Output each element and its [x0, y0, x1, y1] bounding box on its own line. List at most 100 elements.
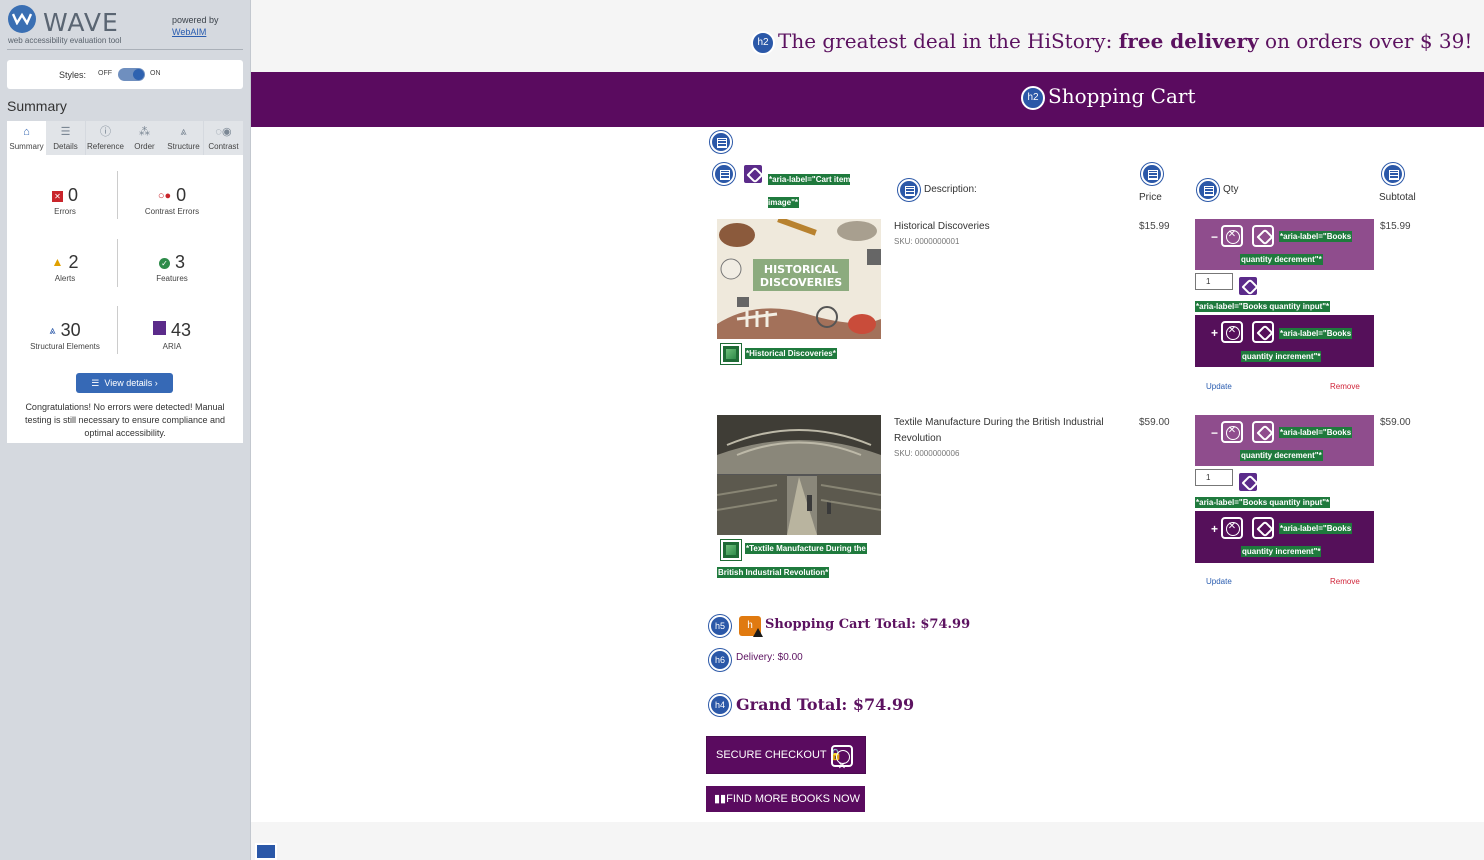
alerts-label: Alerts	[54, 274, 76, 283]
structural-stat[interactable]: ⩓ 30 Structural Elements	[10, 320, 120, 351]
features-stat[interactable]: ✓ 3 Features	[117, 252, 227, 283]
powered-by: powered by WebAIM	[172, 14, 219, 38]
book-icon: ▮▮	[714, 793, 727, 805]
home-icon: ⌂	[23, 126, 30, 138]
webaim-link[interactable]: WebAIM	[172, 27, 206, 37]
delivery-total: Delivery: $0.00	[736, 652, 803, 663]
h5-icon[interactable]: h5	[709, 615, 731, 637]
h4-icon[interactable]: h4	[709, 694, 731, 716]
styles-on-label: ON	[150, 70, 161, 77]
feature-icon: ✓	[158, 258, 170, 269]
congrats-message: Congratulations! No errors were detected…	[24, 402, 226, 438]
h2-icon[interactable]: h2	[1021, 85, 1045, 110]
region-icon[interactable]	[255, 843, 277, 860]
errors-label: Errors	[54, 207, 76, 216]
structure-icon: ⩓	[49, 325, 56, 337]
col-subtotal: Subtotal	[1379, 192, 1416, 203]
wave-logo-icon	[8, 5, 36, 33]
no-text-icon[interactable]	[1221, 517, 1243, 539]
aria-label-icon[interactable]	[1252, 517, 1274, 539]
tab-structure[interactable]: ⩓ Structure	[164, 121, 203, 155]
table-header-icon[interactable]	[713, 163, 735, 185]
plus-label: +	[1211, 522, 1219, 536]
view-details-label: View details ›	[104, 378, 158, 388]
find-more-books-button[interactable]: ▮▮FIND MORE BOOKS NOW	[706, 786, 865, 812]
list-icon: ☰	[91, 378, 100, 388]
skipped-heading-alert-icon[interactable]: h	[739, 616, 763, 637]
info-icon: ⓘ	[100, 126, 111, 138]
promo-strip: h2 The greatest deal in the HiStory: free…	[251, 0, 1484, 72]
aria-label-icon[interactable]	[1252, 321, 1274, 343]
quantity-input-aria-label: *aria-label="Books quantity input"*	[1195, 301, 1331, 312]
tab-summary[interactable]: ⌂ Summary	[7, 121, 46, 155]
find-more-label: FIND MORE BOOKS NOW	[726, 793, 860, 805]
decrement-button[interactable]: − *aria-label="Books quantity decrement"…	[1195, 219, 1374, 270]
alerts-count: 2	[68, 252, 79, 272]
wave-tabs: ⌂ Summary ☰ Details ⓘ Reference ⁂ Order …	[7, 121, 243, 155]
page-content: h2 The greatest deal in the HiStory: free…	[251, 0, 1484, 860]
aria-count: 43	[170, 320, 192, 340]
page-title: h2 Shopping Cart	[1021, 84, 1196, 110]
svg-text:HISTORICAL: HISTORICAL	[764, 263, 838, 276]
no-text-icon[interactable]	[1221, 321, 1243, 343]
secure-checkout-button[interactable]: SECURE CHECKOUT 🔒	[706, 736, 866, 785]
toggle-knob	[133, 69, 144, 80]
aria-label-part2: quantity increment"*	[1241, 546, 1322, 557]
styles-toggle[interactable]	[118, 68, 145, 81]
alerts-stat[interactable]: ▲ 2 Alerts	[10, 252, 120, 283]
cart-item-image-aria-label: *aria-label="Cart item image"*	[767, 168, 859, 208]
image-alt-label-part2: British Industrial Revolution*	[717, 567, 830, 578]
increment-button[interactable]: + *aria-label="Books quantity increment"…	[1195, 315, 1374, 367]
tab-contrast[interactable]: ◌◉ Contrast	[204, 121, 243, 155]
no-text-icon[interactable]	[1221, 225, 1243, 247]
image-alt-icon[interactable]	[721, 344, 741, 364]
update-link[interactable]: Update	[1206, 577, 1232, 586]
table-header-icon[interactable]	[1382, 163, 1404, 185]
quantity-input[interactable]: 1	[1195, 469, 1233, 486]
aria-label-part1: *aria-label="Books	[1279, 328, 1353, 339]
remove-link[interactable]: Remove	[1330, 577, 1360, 586]
update-link[interactable]: Update	[1206, 382, 1232, 391]
wave-sidebar: WAVE web accessibility evaluation tool p…	[0, 0, 251, 860]
item-title: Textile Manufacture During the British I…	[894, 417, 1104, 444]
minus-label: −	[1211, 230, 1219, 244]
tab-label: Details	[53, 142, 78, 151]
aria-label-icon[interactable]	[1237, 471, 1259, 493]
errors-stat[interactable]: ✕ 0 Errors	[10, 185, 120, 216]
col-price: Price	[1139, 192, 1162, 203]
no-text-icon[interactable]	[831, 745, 853, 785]
table-header-icon[interactable]	[898, 179, 920, 201]
item-sku: SKU: 0000000001	[894, 237, 960, 246]
h2-icon[interactable]: h2	[751, 30, 775, 55]
col-qty: Qty	[1223, 184, 1239, 195]
table-header-icon[interactable]	[1141, 163, 1163, 185]
aria-label-icon[interactable]	[1252, 225, 1274, 247]
contrast-errors-stat[interactable]: ○● 0 Contrast Errors	[117, 185, 227, 216]
remove-link[interactable]: Remove	[1330, 382, 1360, 391]
h6-icon[interactable]: h6	[709, 649, 731, 671]
increment-button[interactable]: + *aria-label="Books quantity increment"…	[1195, 511, 1374, 563]
wave-tagline: web accessibility evaluation tool	[8, 36, 122, 45]
image-alt-icon[interactable]	[721, 540, 741, 560]
no-text-icon[interactable]	[1221, 421, 1243, 443]
structural-label: Structural Elements	[30, 342, 100, 351]
aria-stat[interactable]: 43 ARIA	[117, 320, 227, 351]
aria-label-icon[interactable]	[742, 163, 764, 185]
order-icon: ⁂	[139, 126, 150, 138]
table-icon[interactable]	[710, 131, 732, 153]
table-header-icon[interactable]	[1197, 179, 1219, 201]
quantity-input[interactable]: 1	[1195, 273, 1233, 290]
wave-logo: WAVE web accessibility evaluation tool p…	[7, 4, 243, 50]
decrement-button[interactable]: − *aria-label="Books quantity decrement"…	[1195, 415, 1374, 466]
contrast-errors-count: 0	[176, 185, 187, 205]
tab-reference[interactable]: ⓘ Reference	[86, 121, 125, 155]
tab-label: Contrast	[208, 142, 239, 151]
aria-label-part2: quantity decrement"*	[1240, 254, 1323, 265]
tab-details[interactable]: ☰ Details	[46, 121, 85, 155]
tab-order[interactable]: ⁂ Order	[125, 121, 164, 155]
styles-off-label: OFF	[98, 70, 112, 77]
structural-count: 30	[60, 320, 81, 340]
aria-label-icon[interactable]	[1252, 421, 1274, 443]
view-details-button[interactable]: ☰ View details ›	[76, 373, 173, 393]
aria-label-icon[interactable]	[1237, 275, 1259, 297]
